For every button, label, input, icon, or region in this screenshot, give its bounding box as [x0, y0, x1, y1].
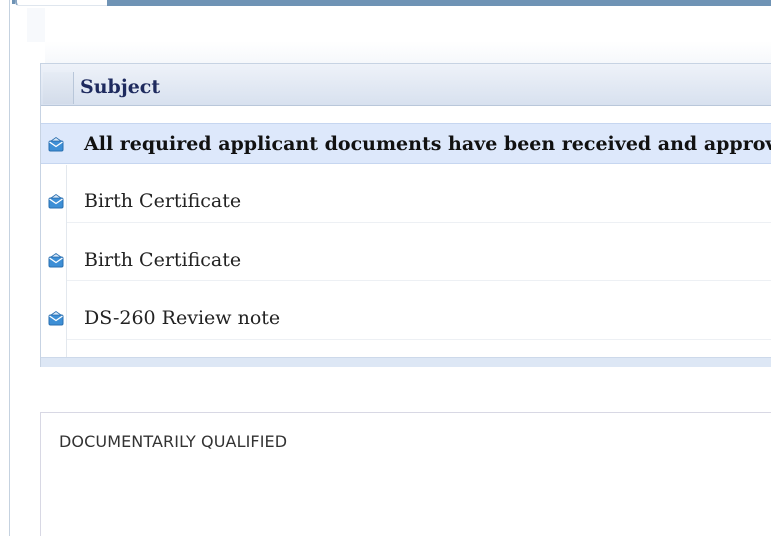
table-row[interactable]: DS-260 Review note [41, 298, 771, 339]
message-body: DOCUMENTARILY QUALIFIED [59, 432, 288, 451]
message-detail-pane: DOCUMENTARILY QUALIFIED [40, 412, 771, 536]
envelope-open-icon [48, 311, 64, 326]
row-divider [66, 222, 771, 223]
envelope-open-icon [48, 137, 64, 152]
column-header-subject[interactable]: Subject [80, 76, 160, 98]
top-tab-bar [107, 0, 771, 6]
row-subject: All required applicant documents have be… [84, 133, 771, 155]
grid-header: Subject [41, 64, 771, 106]
grid-footer [41, 357, 771, 367]
row-subject: DS-260 Review note [84, 307, 281, 329]
icon-column-divider [66, 165, 67, 357]
table-row[interactable]: Birth Certificate [41, 181, 771, 222]
side-strip [27, 8, 45, 42]
row-divider [66, 339, 771, 340]
header-icon-column[interactable] [43, 72, 74, 104]
row-subject: Birth Certificate [84, 190, 242, 212]
active-tab[interactable] [15, 0, 107, 6]
envelope-open-icon [48, 194, 64, 209]
toolbar-area [45, 8, 771, 63]
messages-grid: Subject All required applicant documents… [40, 63, 771, 367]
frame-left-border [9, 0, 10, 536]
table-row[interactable]: All required applicant documents have be… [41, 123, 771, 164]
envelope-open-icon [48, 253, 64, 268]
header-column-separator[interactable] [73, 72, 74, 104]
row-subject: Birth Certificate [84, 249, 242, 271]
table-row[interactable]: Birth Certificate [41, 240, 771, 281]
